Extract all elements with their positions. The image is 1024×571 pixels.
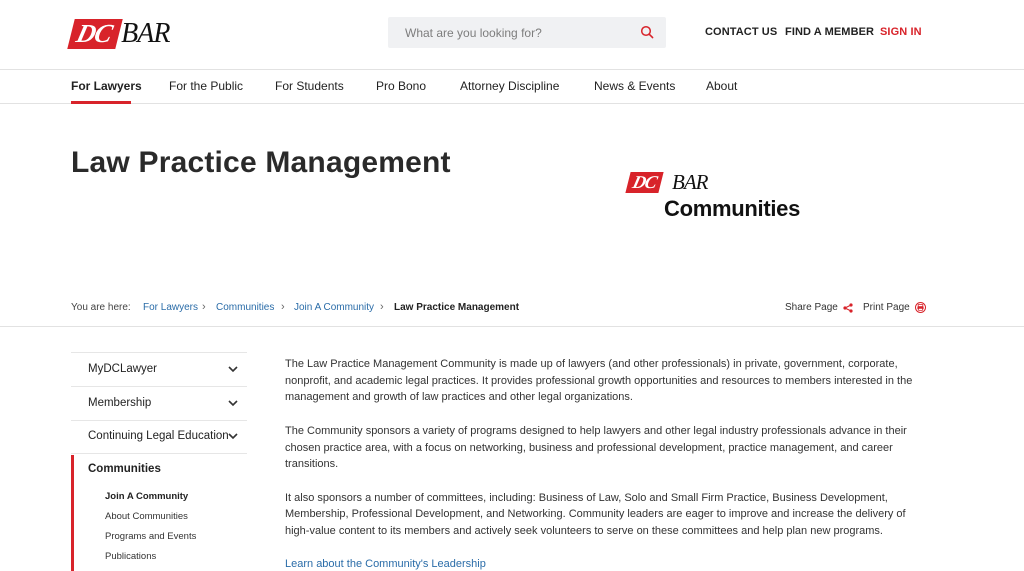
nav-for-lawyers[interactable]: For Lawyers xyxy=(71,79,142,93)
sidebar-item-mydclawyer[interactable]: MyDCLawyer xyxy=(88,363,157,375)
communities-logo-bar: BAR xyxy=(672,170,708,194)
communities-logo-word: Communities xyxy=(664,196,801,221)
print-icon xyxy=(914,302,926,313)
sidebar-subitem-about-communities[interactable]: About Communities xyxy=(105,511,188,522)
sidebar-item-membership[interactable]: Membership xyxy=(88,397,151,409)
chevron-down-icon[interactable] xyxy=(228,399,238,407)
breadcrumb-communities[interactable]: Communities xyxy=(216,302,274,313)
contact-us-link[interactable]: CONTACT US xyxy=(705,26,777,38)
sidebar-item-cle[interactable]: Continuing Legal Education xyxy=(88,430,229,442)
sidebar-divider xyxy=(71,352,247,353)
share-page-label: Share Page xyxy=(785,302,838,313)
communities-logo-dc: DC xyxy=(625,172,664,193)
dcbar-communities-logo: DC BAR Communities xyxy=(625,170,843,225)
nav-about[interactable]: About xyxy=(706,79,737,93)
breadcrumb-join-a-community[interactable]: Join A Community xyxy=(294,302,374,313)
breadcrumb-for-lawyers[interactable]: For Lawyers xyxy=(143,302,198,313)
print-page-button[interactable]: Print Page xyxy=(863,302,926,313)
leadership-link[interactable]: Learn about the Community's Leadership xyxy=(285,558,486,570)
nav-news-events[interactable]: News & Events xyxy=(594,79,675,93)
page-title: Law Practice Management xyxy=(71,146,451,179)
main-nav: For Lawyers For the Public For Students … xyxy=(0,70,1024,104)
breadcrumb-current: Law Practice Management xyxy=(394,302,520,313)
breadcrumb-separator-icon: › xyxy=(281,301,285,313)
content-paragraph: It also sponsors a number of committees,… xyxy=(285,491,906,537)
chevron-down-icon[interactable] xyxy=(228,432,238,440)
share-page-button[interactable]: Share Page xyxy=(785,302,853,313)
sign-in-link[interactable]: SIGN IN xyxy=(880,26,922,38)
sidebar-subitem-join-a-community[interactable]: Join A Community xyxy=(105,491,188,502)
logo-bar-text: BAR xyxy=(121,18,170,49)
search-icon[interactable] xyxy=(640,25,654,39)
logo-dc-mark: DC xyxy=(67,19,123,49)
sidebar-subitem-programs-and-events[interactable]: Programs and Events xyxy=(105,531,196,542)
sidebar-divider xyxy=(71,420,247,421)
site-header: DC BAR CONTACT US FIND A MEMBER SIGN IN xyxy=(0,0,1024,70)
sidebar-divider xyxy=(71,386,247,387)
nav-pro-bono[interactable]: Pro Bono xyxy=(376,79,426,93)
find-a-member-link[interactable]: FIND A MEMBER xyxy=(785,26,874,38)
nav-attorney-discipline[interactable]: Attorney Discipline xyxy=(460,79,559,93)
active-nav-indicator xyxy=(71,101,131,104)
sidebar-item-communities[interactable]: Communities xyxy=(88,463,161,475)
sidebar-subitem-publications[interactable]: Publications xyxy=(105,551,156,562)
sidebar-divider xyxy=(71,453,247,454)
dcbar-logo[interactable]: DC BAR xyxy=(67,18,170,50)
nav-for-the-public[interactable]: For the Public xyxy=(169,79,243,93)
search-box xyxy=(388,17,666,48)
print-page-label: Print Page xyxy=(863,302,910,313)
nav-for-students[interactable]: For Students xyxy=(275,79,344,93)
sidebar-active-indicator xyxy=(71,455,74,571)
content-paragraph: The Law Practice Management Community is… xyxy=(285,358,913,404)
share-icon xyxy=(843,302,853,313)
breadcrumb-separator-icon: › xyxy=(380,301,384,313)
chevron-down-icon[interactable] xyxy=(228,365,238,373)
breadcrumb-label: You are here: xyxy=(71,302,131,313)
search-input[interactable] xyxy=(388,17,628,48)
breadcrumb-separator-icon: › xyxy=(202,301,206,313)
main-content: The Law Practice Management Community is… xyxy=(285,356,930,571)
content-paragraph: The Community sponsors a variety of prog… xyxy=(285,424,907,471)
breadcrumb: You are here: For Lawyers › Communities … xyxy=(0,290,1024,327)
